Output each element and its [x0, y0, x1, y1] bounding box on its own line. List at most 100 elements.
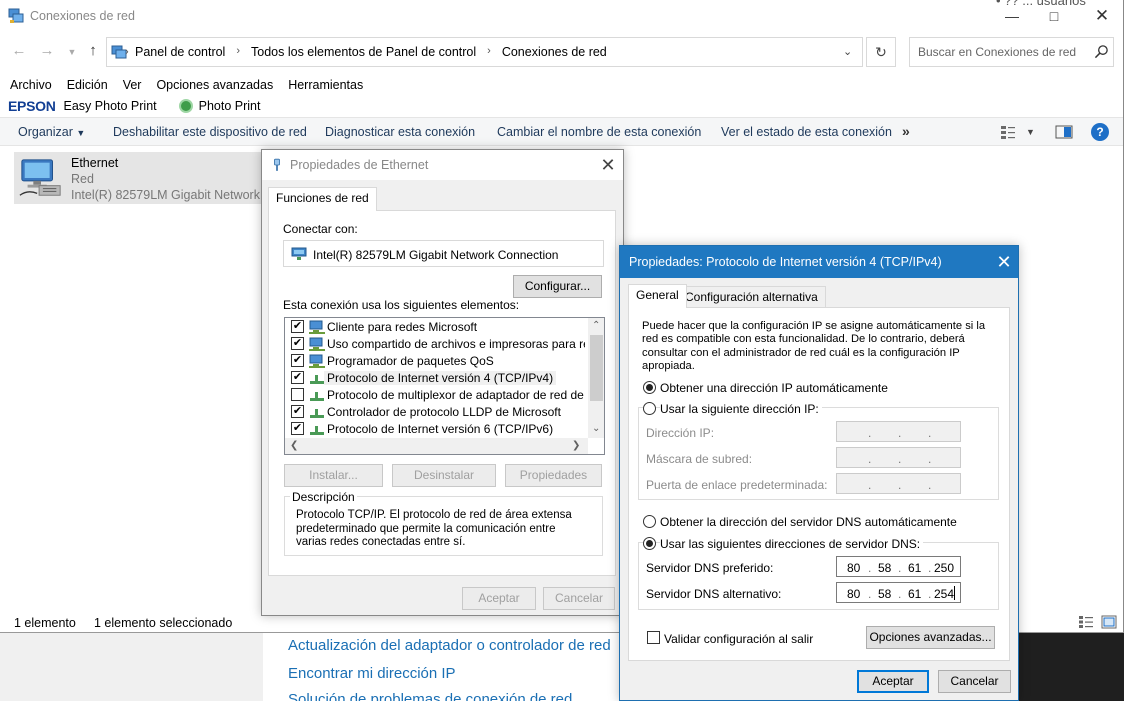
- ipv4-dialog-close-button[interactable]: ✕: [993, 251, 1015, 273]
- title-bar: Conexiones de red • ?? ... usuarios — □ …: [0, 0, 1123, 32]
- help-icon[interactable]: ?: [1091, 123, 1109, 141]
- view-status-button[interactable]: Ver el estado de esta conexión: [721, 125, 892, 139]
- menu-ver[interactable]: Ver: [123, 78, 142, 92]
- tab-general[interactable]: General: [628, 284, 687, 308]
- ethernet-ok-button[interactable]: Aceptar: [462, 587, 536, 610]
- component-label: Protocolo de Internet versión 4 (TCP/IPv…: [324, 371, 557, 385]
- large-icons-view-icon[interactable]: [1101, 615, 1117, 629]
- easy-photo-print-button[interactable]: Easy Photo Print: [64, 99, 157, 113]
- list-item[interactable]: ✔ Protocolo de Internet versión 4 (TCP/I…: [285, 369, 585, 386]
- help-link-update-adapter[interactable]: Actualización del adaptador o controlado…: [288, 637, 611, 654]
- component-checkbox[interactable]: ✔: [291, 422, 304, 435]
- ethernet-connection-item[interactable]: Ethernet Red Intel(R) 82579LM Gigabit Ne…: [14, 152, 270, 204]
- chevron-down-icon[interactable]: ▼: [1026, 127, 1035, 137]
- preview-pane-icon[interactable]: [1055, 124, 1073, 140]
- dns-manual-radio[interactable]: [643, 537, 656, 550]
- tab-funciones-de-red[interactable]: Funciones de red: [268, 187, 377, 211]
- subnet-field[interactable]: ...: [836, 447, 961, 468]
- ip-manual-label: Usar la siguiente dirección IP:: [660, 402, 822, 416]
- minimize-button[interactable]: —: [1002, 6, 1022, 26]
- list-item[interactable]: ✔ Uso compartido de archivos e impresora…: [285, 335, 585, 352]
- connection-network: Red: [71, 172, 94, 186]
- rename-button[interactable]: Cambiar el nombre de esta conexión: [497, 125, 701, 139]
- search-placeholder: Buscar en Conexiones de red: [918, 45, 1077, 59]
- install-button[interactable]: Instalar...: [284, 464, 383, 487]
- breadcrumb-control-panel[interactable]: Panel de control: [135, 45, 225, 59]
- component-checkbox[interactable]: [291, 388, 304, 401]
- horizontal-scrollbar[interactable]: ❮ ❯: [285, 438, 588, 454]
- scroll-thumb[interactable]: [590, 335, 603, 401]
- protocol-icon: [310, 392, 324, 401]
- connect-with-label: Conectar con:: [283, 222, 358, 236]
- scroll-up-icon[interactable]: ⌃: [592, 320, 600, 331]
- scroll-right-icon[interactable]: ❯: [572, 440, 580, 451]
- address-row: ← → ▼ ↑ › Panel de control › Todos los e…: [0, 37, 1123, 67]
- vertical-scrollbar[interactable]: ⌃ ⌄: [588, 318, 604, 438]
- chevron-down-icon[interactable]: ⌄: [843, 45, 852, 58]
- components-list[interactable]: ✔ Cliente para redes Microsoft ✔ Uso com…: [284, 317, 605, 455]
- dns-alternate-field[interactable]: 80 . 58 . 61 . 254: [836, 582, 961, 603]
- ethernet-dialog-close-button[interactable]: ✕: [597, 154, 619, 176]
- general-panel: Puede hacer que la configuración IP se a…: [628, 307, 1010, 661]
- menu-opciones-avanzadas[interactable]: Opciones avanzadas: [156, 78, 273, 92]
- properties-button[interactable]: Propiedades: [505, 464, 602, 487]
- connection-adapter: Intel(R) 82579LM Gigabit Network...: [71, 188, 271, 202]
- organize-button[interactable]: Organizar ▼: [18, 125, 85, 139]
- disable-device-button[interactable]: Deshabilitar este dispositivo de red: [113, 125, 307, 139]
- list-item[interactable]: ✔ Controlador de protocolo LLDP de Micro…: [285, 403, 585, 420]
- menu-herramientas[interactable]: Herramientas: [288, 78, 363, 92]
- ip-manual-radio[interactable]: [643, 402, 656, 415]
- ipv4-ok-button[interactable]: Aceptar: [857, 670, 929, 693]
- photo-print-button[interactable]: Photo Print: [199, 99, 261, 113]
- address-bar[interactable]: › Panel de control › Todos los elementos…: [106, 37, 863, 67]
- view-options-icon[interactable]: [1000, 124, 1016, 140]
- back-button[interactable]: ←: [11, 42, 27, 60]
- menu-edicion[interactable]: Edición: [67, 78, 108, 92]
- uninstall-button[interactable]: Desinstalar: [392, 464, 496, 487]
- help-link-find-ip[interactable]: Encontrar mi dirección IP: [288, 665, 456, 682]
- breadcrumb-separator: ›: [487, 45, 491, 57]
- recent-locations-icon[interactable]: ▼: [64, 43, 80, 61]
- dns-preferred-field[interactable]: 80 . 58 . 61 . 250: [836, 556, 961, 577]
- breadcrumb-all-items[interactable]: Todos los elementos de Panel de control: [251, 45, 476, 59]
- ethernet-cancel-button[interactable]: Cancelar: [543, 587, 615, 610]
- scroll-down-icon[interactable]: ⌄: [592, 423, 600, 434]
- breadcrumb-network-connections[interactable]: Conexiones de red: [502, 45, 607, 59]
- list-item[interactable]: ✔ Protocolo de Internet versión 6 (TCP/I…: [285, 420, 585, 437]
- dns-manual-label: Usar las siguientes direcciones de servi…: [660, 537, 924, 551]
- close-window-button[interactable]: ✕: [1092, 6, 1112, 26]
- list-item[interactable]: ✔ Cliente para redes Microsoft: [285, 318, 585, 335]
- ip-auto-radio[interactable]: [643, 381, 656, 394]
- diagnose-button[interactable]: Diagnosticar esta conexión: [325, 125, 475, 139]
- ipv4-cancel-button[interactable]: Cancelar: [938, 670, 1011, 693]
- breadcrumb: Panel de control › Todos los elementos d…: [135, 45, 607, 59]
- validate-checkbox[interactable]: [647, 631, 660, 644]
- component-checkbox[interactable]: ✔: [291, 405, 304, 418]
- component-checkbox[interactable]: ✔: [291, 337, 304, 350]
- details-view-icon[interactable]: [1078, 615, 1094, 629]
- list-item[interactable]: Protocolo de multiplexor de adaptador de…: [285, 386, 585, 403]
- list-item[interactable]: ✔ Programador de paquetes QoS: [285, 352, 585, 369]
- subnet-label: Máscara de subred:: [646, 452, 753, 466]
- help-link-troubleshoot[interactable]: Solución de problemas de conexión de red: [288, 691, 572, 701]
- dns-preferred-label: Servidor DNS preferido:: [646, 561, 774, 575]
- configure-button[interactable]: Configurar...: [513, 275, 602, 298]
- component-checkbox[interactable]: ✔: [291, 320, 304, 333]
- component-checkbox[interactable]: ✔: [291, 354, 304, 367]
- breadcrumb-separator: ›: [125, 46, 129, 58]
- gateway-field[interactable]: ...: [836, 473, 961, 494]
- ip-address-field[interactable]: ...: [836, 421, 961, 442]
- advanced-options-button[interactable]: Opciones avanzadas...: [866, 626, 995, 649]
- menu-archivo[interactable]: Archivo: [10, 78, 52, 92]
- maximize-button[interactable]: □: [1044, 6, 1064, 26]
- component-label: Cliente para redes Microsoft: [327, 320, 478, 334]
- scroll-left-icon[interactable]: ❮: [290, 440, 298, 451]
- more-commands-button[interactable]: »: [902, 123, 910, 139]
- forward-button[interactable]: →: [39, 42, 55, 60]
- dns-auto-radio[interactable]: [643, 515, 656, 528]
- search-input[interactable]: Buscar en Conexiones de red: [909, 37, 1114, 67]
- tab-configuracion-alternativa[interactable]: Configuración alternativa: [677, 286, 826, 308]
- up-button[interactable]: ↑: [85, 42, 101, 60]
- refresh-button[interactable]: ↻: [866, 37, 896, 67]
- component-checkbox[interactable]: ✔: [291, 371, 304, 384]
